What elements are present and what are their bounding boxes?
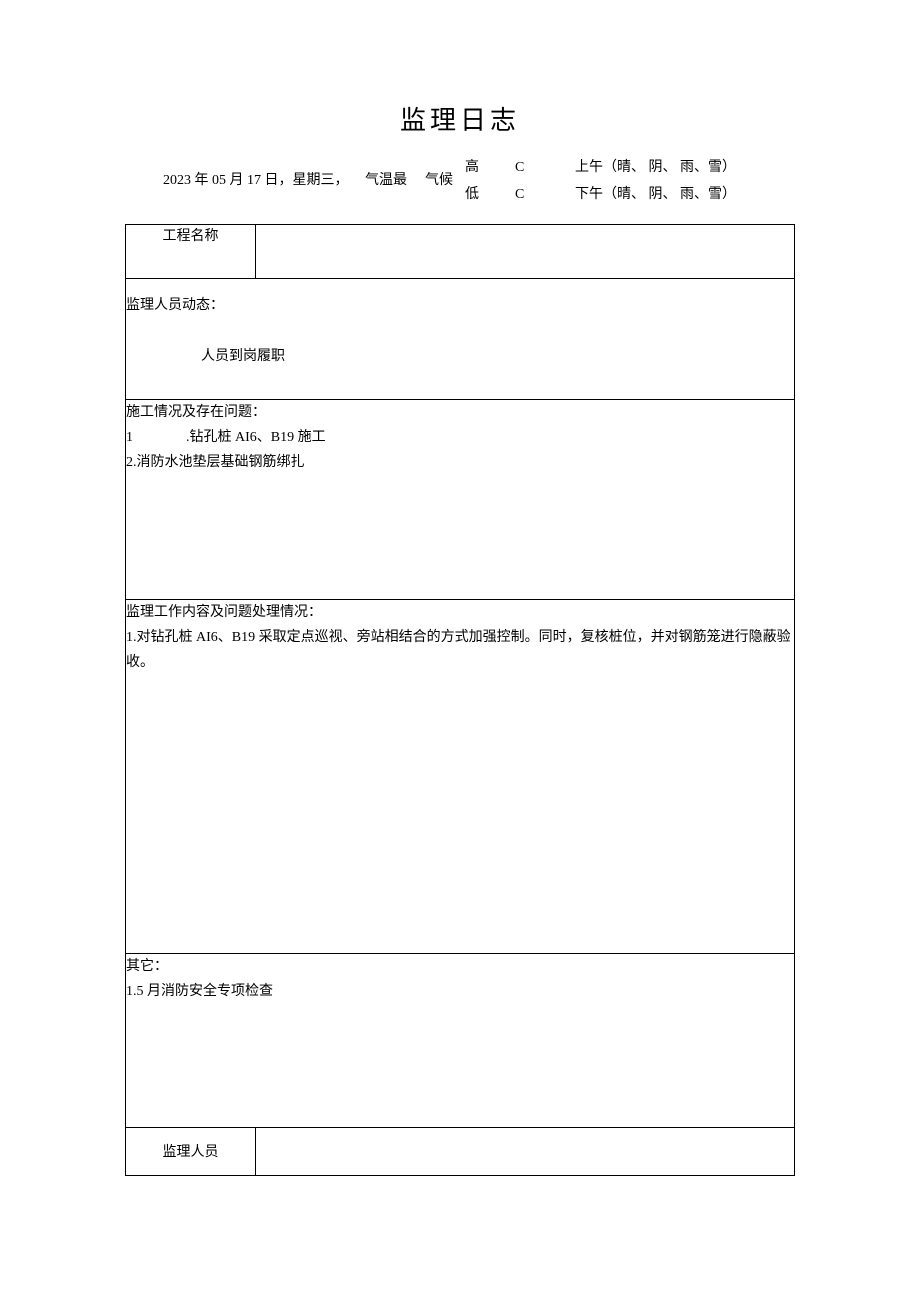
unit-high: C [515, 155, 575, 182]
low-label: 低 [465, 182, 515, 209]
header-info-bar: 2023 年 05 月 17 日，星期三， 气温最 高 C 气候 上午（晴、 阴… [125, 155, 795, 208]
construction-row: 施工情况及存在问题： 1.钻孔桩 AI6、B19 施工 2.消防水池垫层基础钢筋… [126, 399, 795, 599]
supervision-line1: 1.对钻孔桩 AI6、B19 采取定点巡视、旁站相结合的方式加强控制。同时，复核… [126, 625, 794, 675]
construction-line2: 2.消防水池垫层基础钢筋绑扎 [126, 450, 794, 475]
sign-value [256, 1127, 795, 1175]
supervision-row: 监理工作内容及问题处理情况： 1.对钻孔桩 AI6、B19 采取定点巡视、旁站相… [126, 599, 795, 953]
sign-row: 监理人员 [126, 1127, 795, 1175]
unit-low: C [515, 182, 575, 209]
personnel-content: 人员到岗履职 [126, 349, 285, 364]
supervision-title: 监理工作内容及问题处理情况： [126, 600, 794, 625]
personnel-title: 监理人员动态： [126, 293, 794, 318]
project-row: 工程名称 [126, 225, 795, 279]
pm-weather: 下午（晴、 阴、 雨、雪） [575, 182, 795, 209]
personnel-row: 监理人员动态： 人员到岗履职 [126, 279, 795, 400]
date-text: 2023 年 05 月 17 日，星期三， [125, 168, 365, 195]
other-line1: 1.5 月消防安全专项检查 [126, 979, 794, 1004]
project-label: 工程名称 [126, 225, 256, 279]
temp-label: 气温最 [365, 168, 425, 195]
am-weather: 上午（晴、 阴、 雨、雪） [575, 155, 795, 182]
log-table: 工程名称 监理人员动态： 人员到岗履职 施工情况及存在问题： 1.钻孔桩 AI6… [125, 224, 795, 1176]
other-row: 其它： 1.5 月消防安全专项检查 [126, 953, 795, 1127]
sign-label: 监理人员 [126, 1127, 256, 1175]
climate-label: 气候 [425, 168, 465, 195]
other-title: 其它： [126, 954, 794, 979]
construction-line1-num: 1 [126, 425, 186, 450]
construction-title: 施工情况及存在问题： [126, 400, 794, 425]
page-title: 监理日志 [125, 100, 795, 137]
construction-line1-text: .钻孔桩 AI6、B19 施工 [186, 430, 326, 445]
project-value [256, 225, 795, 279]
high-label: 高 [465, 155, 515, 182]
